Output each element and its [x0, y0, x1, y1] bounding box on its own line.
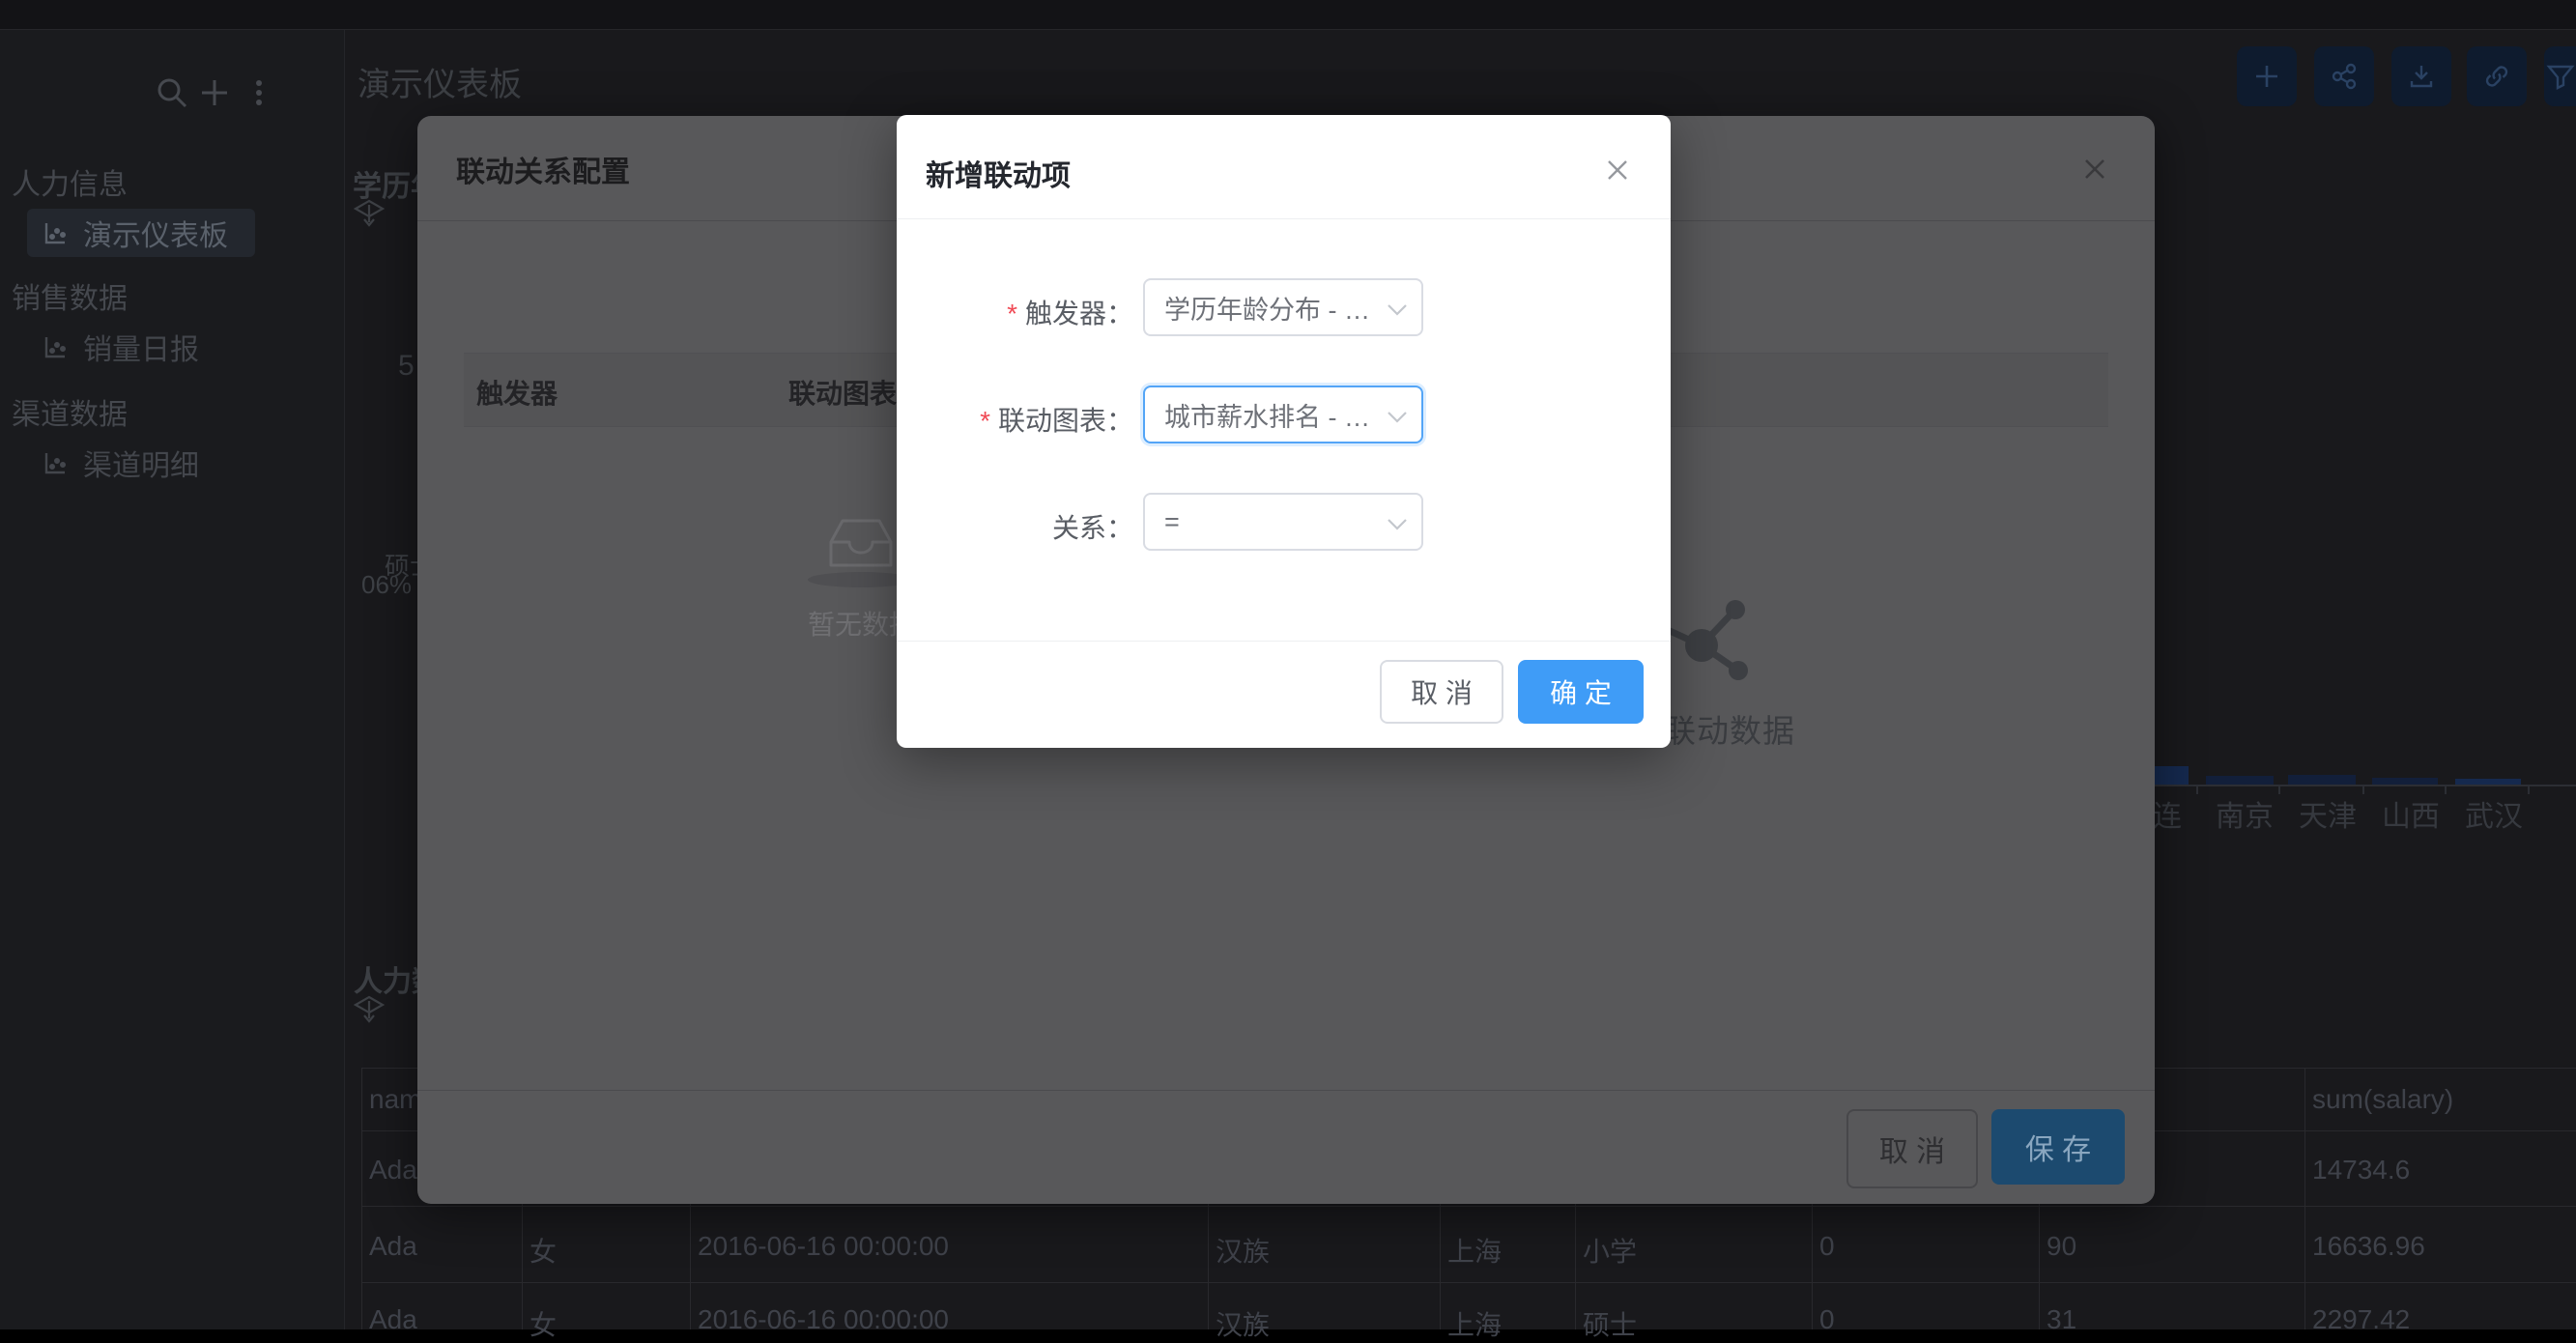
table-cell: 16636.96 — [2312, 1231, 2425, 1262]
table-cell: 90 — [2046, 1231, 2076, 1262]
chevron-down-icon — [1387, 518, 1408, 530]
axis-tick — [2278, 785, 2280, 794]
column-trigger: 触发器 — [476, 373, 558, 412]
add-linkage-dialog: 新增联动项 *触发器： 学历年龄分布 - educa... *联动图表： 城市薪… — [897, 115, 1671, 748]
table-cell: 上海 — [1447, 1304, 1502, 1343]
relation-label: 关系： — [897, 507, 1133, 546]
more-icon[interactable] — [240, 73, 278, 112]
sidebar-item-demo-dashboard[interactable]: 演示仪表板 — [27, 209, 255, 257]
axis-tick — [2445, 785, 2447, 794]
required-mark: * — [1007, 299, 1017, 329]
table-cell: Ada — [369, 1304, 417, 1335]
table-cell: 2016-06-16 00:00:00 — [698, 1304, 949, 1335]
app-top-bar — [0, 0, 2576, 30]
sidebar-item-channel-detail[interactable]: 渠道明细 — [27, 439, 255, 487]
axis-label-wuhan: 武汉 — [2465, 792, 2523, 835]
table-cell: 上海 — [1447, 1231, 1502, 1270]
table-cell: 汉族 — [1216, 1231, 1270, 1270]
axis-label-nanjing: 南京 — [2216, 792, 2274, 835]
save-button[interactable]: 保 存 — [1991, 1109, 2125, 1185]
chevron-down-icon — [1387, 411, 1408, 423]
table-cell: 0 — [1819, 1231, 1835, 1262]
bar-tianjin[interactable] — [2288, 775, 2356, 785]
share-button[interactable] — [2314, 46, 2374, 106]
chart-icon — [43, 450, 68, 475]
close-icon[interactable] — [2080, 155, 2109, 184]
table-cell: 女 — [530, 1231, 557, 1270]
bar-shanxi[interactable] — [2372, 778, 2438, 785]
link-icon — [2482, 62, 2511, 91]
close-icon[interactable] — [1603, 156, 1632, 185]
plus-icon — [2252, 62, 2281, 91]
axis-tick — [2528, 785, 2530, 794]
search-icon[interactable] — [153, 73, 191, 112]
drill-icon[interactable] — [354, 995, 385, 1024]
sidebar-item-label: 销量日报 — [83, 326, 199, 368]
pie-label-line2: 06% — [361, 570, 412, 600]
empty-inbox-icon — [822, 506, 900, 582]
drill-icon[interactable] — [354, 199, 385, 228]
cancel-button[interactable]: 取 消 — [1846, 1109, 1978, 1188]
column-linked-chart: 联动图表 — [788, 373, 897, 412]
table-cell: 女 — [530, 1304, 557, 1343]
trigger-select-value: 学历年龄分布 - educa... — [1145, 289, 1421, 327]
link-button[interactable] — [2467, 46, 2527, 106]
plus-icon[interactable] — [195, 73, 234, 112]
table-header-sum-salary: sum(salary) — [2312, 1084, 2453, 1115]
table-cell: Ada — [369, 1231, 417, 1262]
export-button[interactable] — [2391, 46, 2451, 106]
required-mark: * — [980, 406, 990, 436]
filter-icon — [2546, 62, 2575, 91]
table-cell: 31 — [2046, 1304, 2076, 1335]
table-cell: 0 — [1819, 1304, 1835, 1335]
chart-icon — [43, 334, 68, 359]
download-icon — [2407, 62, 2436, 91]
pie-value-fragment: 5 — [398, 350, 415, 383]
share-icon — [2330, 62, 2359, 91]
axis-label-shanxi: 山西 — [2382, 792, 2440, 835]
filter-button[interactable] — [2544, 46, 2576, 106]
sidebar-section-hr[interactable]: 人力信息 — [12, 160, 128, 203]
table-cell: 2016-06-16 00:00:00 — [698, 1231, 949, 1262]
axis-label-tianjin: 天津 — [2299, 792, 2357, 835]
dialog-title: 新增联动项 — [926, 152, 1071, 194]
relation-select-value: = — [1145, 507, 1218, 537]
sidebar-section-channel[interactable]: 渠道数据 — [12, 390, 128, 433]
sidebar-item-label: 演示仪表板 — [83, 212, 228, 254]
x-axis-line — [2155, 785, 2576, 786]
linked-chart-select-value: 城市薪水排名 - educa... — [1145, 396, 1421, 434]
table-cell: 2297.42 — [2312, 1304, 2410, 1335]
bar-dalian[interactable] — [2155, 766, 2189, 785]
add-component-button[interactable] — [2237, 46, 2297, 106]
table-cell: Ada — [369, 1155, 417, 1186]
ok-button[interactable]: 确 定 — [1518, 660, 1644, 724]
trigger-label: *触发器： — [897, 293, 1133, 331]
chevron-down-icon — [1387, 303, 1408, 316]
table-cell: 硕士 — [1583, 1304, 1637, 1343]
linked-chart-select[interactable]: 城市薪水排名 - educa... — [1143, 386, 1423, 443]
sidebar-item-sales-daily[interactable]: 销量日报 — [27, 323, 255, 371]
relation-select[interactable]: = — [1143, 493, 1423, 551]
chart-icon — [43, 220, 68, 245]
trigger-select[interactable]: 学历年龄分布 - educa... — [1143, 278, 1423, 336]
sidebar-item-label: 渠道明细 — [83, 442, 199, 484]
bar-nanjing[interactable] — [2206, 776, 2274, 785]
linked-chart-label: *联动图表： — [897, 400, 1133, 439]
sidebar: 人力信息 演示仪表板 销售数据 销量日报 渠道数据 渠道明细 — [0, 30, 345, 1329]
sidebar-section-sales[interactable]: 销售数据 — [12, 274, 128, 317]
table-cell: 汉族 — [1216, 1304, 1270, 1343]
axis-tick — [2362, 785, 2364, 794]
axis-tick — [2196, 785, 2198, 794]
table-cell: 14734.6 — [2312, 1155, 2410, 1186]
dialog-title: 联动关系配置 — [456, 148, 630, 190]
table-cell: 小学 — [1583, 1231, 1637, 1270]
cancel-button[interactable]: 取 消 — [1380, 660, 1503, 724]
page-title: 演示仪表板 — [358, 58, 522, 105]
